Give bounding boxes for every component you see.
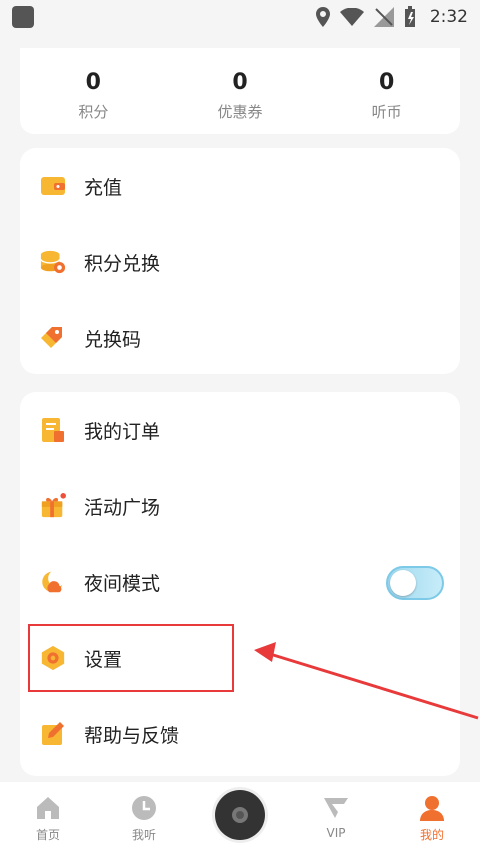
annotation-arrow bbox=[254, 642, 479, 720]
nav-home[interactable]: 首页 bbox=[0, 782, 96, 853]
disc-icon bbox=[215, 790, 265, 840]
user-icon bbox=[420, 796, 444, 821]
nav-vip[interactable]: VIP bbox=[288, 782, 384, 853]
vip-icon bbox=[324, 798, 348, 818]
nav-label: 我听 bbox=[131, 828, 156, 842]
nav-player[interactable] bbox=[192, 782, 288, 853]
nav-label: 首页 bbox=[35, 828, 60, 842]
home-icon bbox=[37, 797, 59, 819]
nav-mine[interactable]: 我的 bbox=[384, 782, 480, 853]
nav-listening[interactable]: 我听 bbox=[96, 782, 192, 853]
nav-label: VIP bbox=[326, 826, 346, 840]
clock-icon bbox=[132, 796, 156, 820]
bottom-nav: 首页 我听 VIP 我的 bbox=[0, 782, 480, 853]
nav-label: 我的 bbox=[419, 828, 444, 842]
